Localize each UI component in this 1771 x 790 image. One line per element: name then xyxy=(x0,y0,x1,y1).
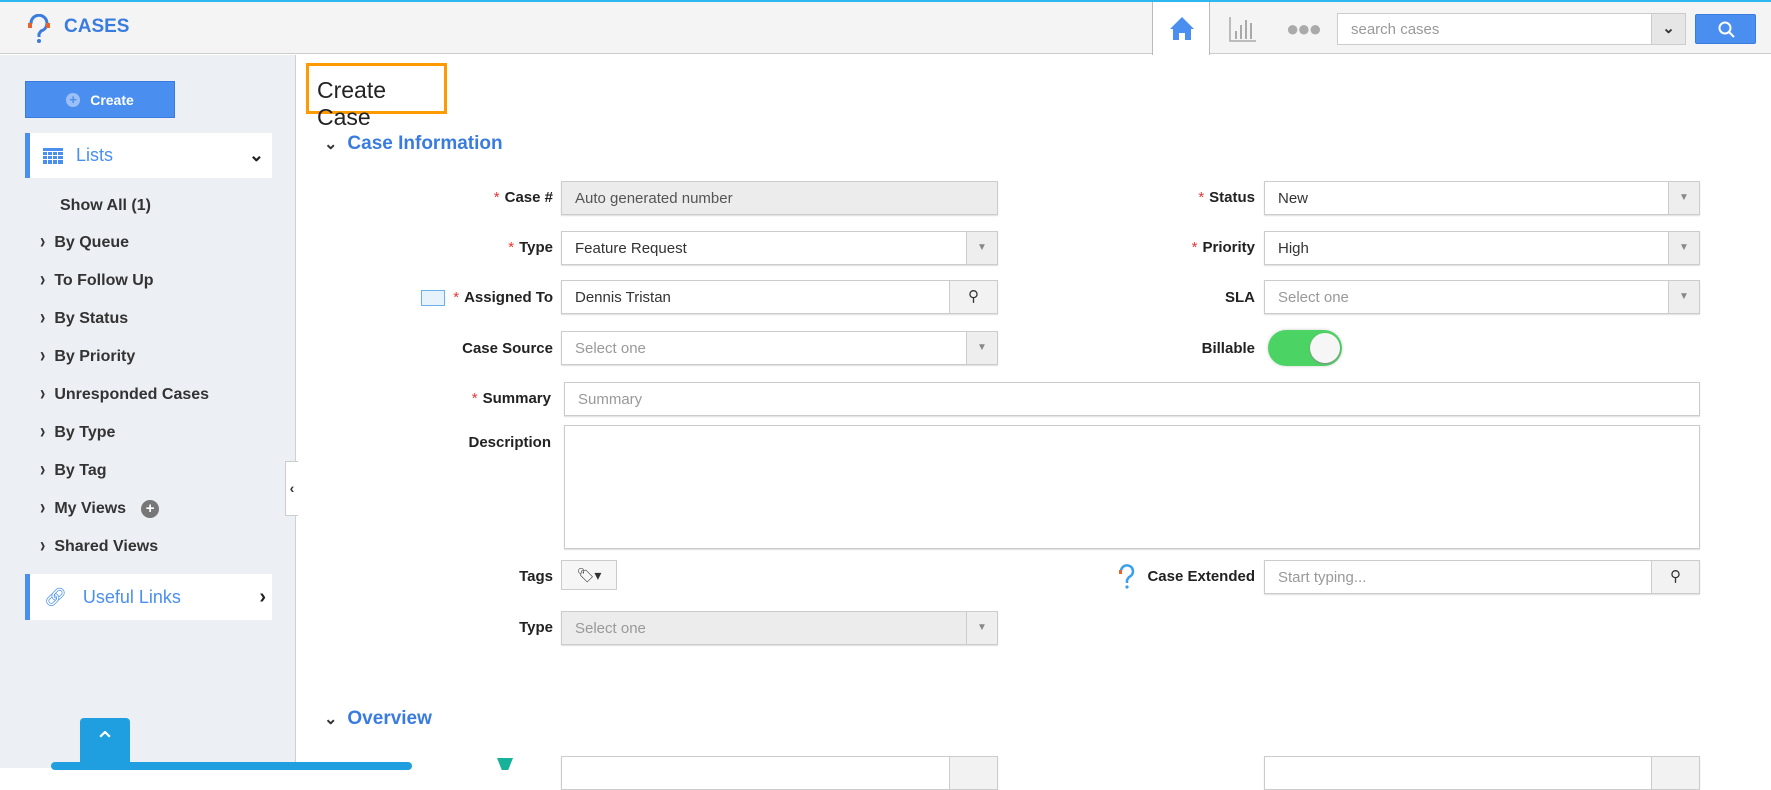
type-secondary-label: Type xyxy=(519,619,553,636)
sidebar-item-by-type[interactable]: › By Type xyxy=(40,421,115,444)
case-source-select[interactable]: Select one ▼ xyxy=(561,331,998,365)
chevron-right-icon: › xyxy=(40,345,46,368)
billable-label: Billable xyxy=(1201,340,1255,357)
search-icon xyxy=(1718,21,1735,38)
more-icon[interactable]: ●●● xyxy=(1286,16,1322,42)
sidebar-item-by-priority[interactable]: › By Priority xyxy=(40,345,135,368)
dropdown-arrow-icon: ▼ xyxy=(1668,182,1699,214)
cases-logo-icon xyxy=(28,14,50,43)
status-label: * Status xyxy=(1198,189,1255,206)
home-tab[interactable] xyxy=(1152,2,1210,55)
top-bar: CASES ●●● search cases ⌄ xyxy=(0,0,1771,55)
section-case-information[interactable]: ⌄ Case Information xyxy=(324,133,503,155)
case-extended-label: Case Extended xyxy=(1147,568,1255,585)
search-button[interactable] xyxy=(1695,14,1756,44)
type-select[interactable]: Feature Request ▼ xyxy=(561,231,998,265)
sidebar-item-shared-views[interactable]: › Shared Views xyxy=(40,535,158,558)
dropdown-arrow-icon: ▼ xyxy=(966,232,997,264)
summary-label: * Summary xyxy=(471,390,551,407)
chevron-down-icon: ⌄ xyxy=(248,145,264,165)
sidebar-item-by-queue[interactable]: › By Queue xyxy=(40,231,129,254)
home-icon xyxy=(1170,17,1194,40)
chevron-down-icon: ⌄ xyxy=(324,711,338,728)
chevron-right-icon: › xyxy=(40,269,46,292)
assigned-to-label: * Assigned To xyxy=(453,289,553,306)
dropdown-arrow-icon: ▼ xyxy=(966,612,997,644)
chevron-down-icon[interactable]: ⌄ xyxy=(1651,14,1685,44)
add-view-icon[interactable]: + xyxy=(141,500,160,518)
status-select[interactable]: New ▼ xyxy=(1264,181,1700,215)
sidebar-item-show-all[interactable]: Show All (1) xyxy=(60,197,151,215)
chevron-right-icon: › xyxy=(40,459,46,482)
sidebar-item-my-views[interactable]: › My Views + xyxy=(40,497,160,520)
assigned-to-field[interactable]: Dennis Tristan ⚲ xyxy=(561,280,998,314)
link-icon: 🔗︎ xyxy=(44,586,67,607)
contact-card-icon[interactable] xyxy=(421,290,445,306)
dropdown-arrow-icon: ▼ xyxy=(1668,281,1699,313)
account-icon xyxy=(497,758,513,770)
page-title: Create Case xyxy=(306,63,447,130)
chevron-right-icon: › xyxy=(40,497,46,520)
calendar-grid-icon xyxy=(43,147,63,164)
dropdown-arrow-icon: ▼ xyxy=(966,332,997,364)
type-secondary-select[interactable]: Select one ▼ xyxy=(561,611,998,645)
chevron-down-icon: ⌄ xyxy=(324,136,338,153)
scroll-up-button[interactable]: ⌃ xyxy=(80,718,130,768)
search-icon[interactable]: ⚲ xyxy=(949,281,997,313)
sidebar-item-by-status[interactable]: › By Status xyxy=(40,307,128,330)
sla-select[interactable]: Select one ▼ xyxy=(1264,280,1700,314)
case-number-field: Auto generated number xyxy=(561,181,998,215)
create-button[interactable]: + Create xyxy=(25,81,175,118)
plus-circle-icon: + xyxy=(66,92,81,107)
case-source-label: Case Source xyxy=(462,340,553,357)
sidebar-item-unresponded-cases[interactable]: › Unresponded Cases xyxy=(40,383,209,406)
bottom-bar xyxy=(51,762,412,770)
case-number-label: * Case # xyxy=(493,189,553,206)
sla-label: SLA xyxy=(1225,289,1255,306)
sidebar-lists[interactable]: Lists ⌄ xyxy=(25,133,272,178)
sidebar-item-to-follow-up[interactable]: › To Follow Up xyxy=(40,269,154,292)
chevron-right-icon: › xyxy=(40,231,46,254)
chevron-right-icon: › xyxy=(40,535,46,558)
description-textarea[interactable] xyxy=(564,425,1700,549)
reports-icon[interactable] xyxy=(1228,15,1258,43)
search-icon[interactable]: ⚲ xyxy=(1651,561,1699,593)
section-overview[interactable]: ⌄ Overview xyxy=(324,708,432,730)
type-label: * Type xyxy=(508,239,553,256)
chevron-right-icon: › xyxy=(40,307,46,330)
tags-label: Tags xyxy=(519,568,553,585)
overview-date-field[interactable] xyxy=(1264,756,1700,790)
chevron-right-icon: › xyxy=(40,421,46,444)
billable-toggle[interactable] xyxy=(1268,330,1342,366)
search-icon[interactable] xyxy=(949,757,997,789)
summary-input[interactable]: Summary xyxy=(564,382,1700,416)
tags-dropdown-button[interactable]: 🏷︎▾ xyxy=(561,560,617,590)
tag-icon: 🏷︎▾ xyxy=(576,567,602,583)
priority-label: * Priority xyxy=(1191,239,1255,256)
chevron-right-icon: › xyxy=(40,383,46,406)
case-extended-input[interactable]: Start typing... ⚲ xyxy=(1264,560,1700,594)
dropdown-arrow-icon: ▼ xyxy=(1668,232,1699,264)
chevron-right-icon: › xyxy=(259,585,266,608)
calendar-icon[interactable] xyxy=(1651,757,1699,789)
description-label: Description xyxy=(468,434,551,451)
search-input[interactable]: search cases ⌄ xyxy=(1337,13,1686,45)
collapse-sidebar-button[interactable]: ‹ xyxy=(285,461,298,516)
app-title: CASES xyxy=(64,16,130,37)
sidebar-useful-links[interactable]: 🔗︎ Useful Links › xyxy=(25,574,272,620)
priority-select[interactable]: High ▼ xyxy=(1264,231,1700,265)
sidebar-item-by-tag[interactable]: › By Tag xyxy=(40,459,106,482)
overview-field-left[interactable] xyxy=(561,756,998,790)
